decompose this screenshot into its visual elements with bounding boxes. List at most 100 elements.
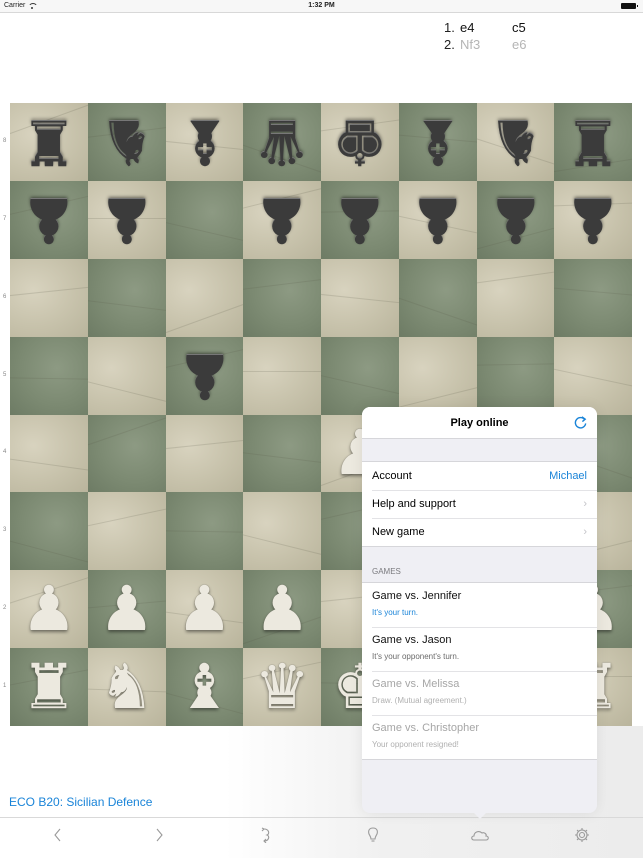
white-knight-icon[interactable]: ♞ <box>99 656 155 718</box>
square-e5[interactable] <box>321 336 399 415</box>
square-c2[interactable]: ♟ <box>165 570 244 649</box>
white-move[interactable]: Nf3 <box>460 36 512 53</box>
square-a5[interactable] <box>10 336 88 415</box>
square-f8[interactable]: ♝ <box>398 103 477 181</box>
square-g8[interactable]: ♞ <box>476 103 555 181</box>
white-rook-icon[interactable]: ♜ <box>21 656 77 718</box>
white-queen-icon[interactable]: ♛ <box>254 656 310 718</box>
square-b5[interactable] <box>87 336 166 415</box>
game-row[interactable]: Game vs. Jennifer It's your turn. <box>362 583 597 627</box>
square-c6[interactable] <box>165 258 244 337</box>
black-pawn-icon[interactable]: ♟ <box>99 184 155 257</box>
square-f6[interactable] <box>398 258 477 337</box>
square-h8[interactable]: ♜ <box>554 103 632 181</box>
back-button[interactable] <box>46 824 70 846</box>
square-d7[interactable]: ♟ <box>243 180 321 259</box>
move-row[interactable]: 1. e4 c5 <box>444 19 542 36</box>
black-pawn-icon[interactable]: ♟ <box>488 184 544 257</box>
square-d4[interactable] <box>243 414 321 493</box>
square-a4[interactable] <box>10 414 88 493</box>
square-d6[interactable] <box>243 258 321 337</box>
black-rook-icon[interactable]: ♜ <box>565 106 621 179</box>
square-e6[interactable] <box>321 258 399 337</box>
black-pawn-icon[interactable]: ♟ <box>410 184 466 257</box>
status-time: 1:32 PM <box>308 2 335 9</box>
square-b2[interactable]: ♟ <box>87 570 166 649</box>
square-g6[interactable] <box>476 258 555 337</box>
forward-button[interactable] <box>147 824 171 846</box>
square-f7[interactable]: ♟ <box>398 180 477 259</box>
play-online-button[interactable] <box>468 824 492 846</box>
white-move[interactable]: e4 <box>460 19 512 36</box>
black-pawn-icon[interactable]: ♟ <box>21 184 77 257</box>
square-c8[interactable]: ♝ <box>165 103 244 181</box>
black-move[interactable]: e6 <box>512 36 542 53</box>
settings-button[interactable] <box>570 824 594 846</box>
game-title: Game vs. Jennifer <box>372 590 462 602</box>
black-move[interactable]: c5 <box>512 19 542 36</box>
game-title: Game vs. Jason <box>372 634 452 646</box>
white-pawn-icon[interactable]: ♟ <box>99 578 155 640</box>
square-d8[interactable]: ♛ <box>243 103 321 181</box>
square-h7[interactable]: ♟ <box>554 180 632 259</box>
rank-label: 5 <box>3 371 7 378</box>
square-a6[interactable] <box>10 258 88 337</box>
square-b3[interactable] <box>87 492 166 571</box>
black-bishop-icon[interactable]: ♝ <box>410 106 466 179</box>
account-cell[interactable]: Account Michael <box>362 462 597 490</box>
white-bishop-icon[interactable]: ♝ <box>177 656 233 718</box>
square-b8[interactable]: ♞ <box>87 103 166 181</box>
square-a3[interactable] <box>10 492 88 571</box>
square-b7[interactable]: ♟ <box>87 180 166 259</box>
refresh-icon[interactable] <box>573 415 588 430</box>
black-pawn-icon[interactable]: ♟ <box>254 184 310 257</box>
square-c4[interactable] <box>165 414 244 493</box>
square-b4[interactable] <box>87 414 166 493</box>
square-d2[interactable]: ♟ <box>243 570 321 649</box>
square-h6[interactable] <box>554 258 632 337</box>
black-bishop-icon[interactable]: ♝ <box>177 106 233 179</box>
black-pawn-icon[interactable]: ♟ <box>565 184 621 257</box>
square-b1[interactable]: ♞ <box>87 648 166 726</box>
help-support-cell[interactable]: Help and support › <box>362 490 597 518</box>
square-b6[interactable] <box>87 258 166 337</box>
game-row[interactable]: Game vs. Melissa Draw. (Mutual agreement… <box>362 671 597 715</box>
move-row[interactable]: 2. Nf3 e6 <box>444 36 542 53</box>
black-knight-icon[interactable]: ♞ <box>99 106 155 179</box>
game-row[interactable]: Game vs. Jason It's your opponent's turn… <box>362 627 597 671</box>
black-pawn-icon[interactable]: ♟ <box>177 340 233 413</box>
game-row[interactable]: Game vs. Christopher Your opponent resig… <box>362 715 597 759</box>
black-king-icon[interactable]: ♚ <box>332 106 388 179</box>
square-a2[interactable]: ♟ <box>10 570 88 649</box>
takeback-button[interactable] <box>254 824 278 846</box>
white-pawn-icon[interactable]: ♟ <box>21 578 77 640</box>
square-h5[interactable] <box>554 336 632 415</box>
square-c7[interactable] <box>165 180 244 259</box>
opening-name-link[interactable]: ECO B20: Sicilian Defence <box>9 795 152 809</box>
white-pawn-icon[interactable]: ♟ <box>254 578 310 640</box>
square-f5[interactable] <box>398 336 477 415</box>
black-pawn-icon[interactable]: ♟ <box>332 184 388 257</box>
black-knight-icon[interactable]: ♞ <box>488 106 544 179</box>
marble-texture <box>165 529 244 533</box>
square-c1[interactable]: ♝ <box>165 648 244 726</box>
new-game-cell[interactable]: New game › <box>362 518 597 546</box>
square-d5[interactable] <box>243 336 321 415</box>
square-a7[interactable]: ♟ <box>10 180 88 259</box>
square-c3[interactable] <box>165 492 244 571</box>
square-e7[interactable]: ♟ <box>321 180 399 259</box>
black-rook-icon[interactable]: ♜ <box>21 106 77 179</box>
square-d3[interactable] <box>243 492 321 571</box>
square-d1[interactable]: ♛ <box>243 648 321 726</box>
white-pawn-icon[interactable]: ♟ <box>177 578 233 640</box>
square-g7[interactable]: ♟ <box>476 180 555 259</box>
square-g5[interactable] <box>476 336 555 415</box>
square-e8[interactable]: ♚ <box>321 103 399 181</box>
black-queen-icon[interactable]: ♛ <box>254 106 310 179</box>
chevron-left-icon <box>54 828 61 842</box>
square-a1[interactable]: ♜ <box>10 648 88 726</box>
marble-texture <box>243 532 321 557</box>
square-a8[interactable]: ♜ <box>10 103 88 181</box>
square-c5[interactable]: ♟ <box>165 336 244 415</box>
hint-button[interactable] <box>361 824 385 846</box>
